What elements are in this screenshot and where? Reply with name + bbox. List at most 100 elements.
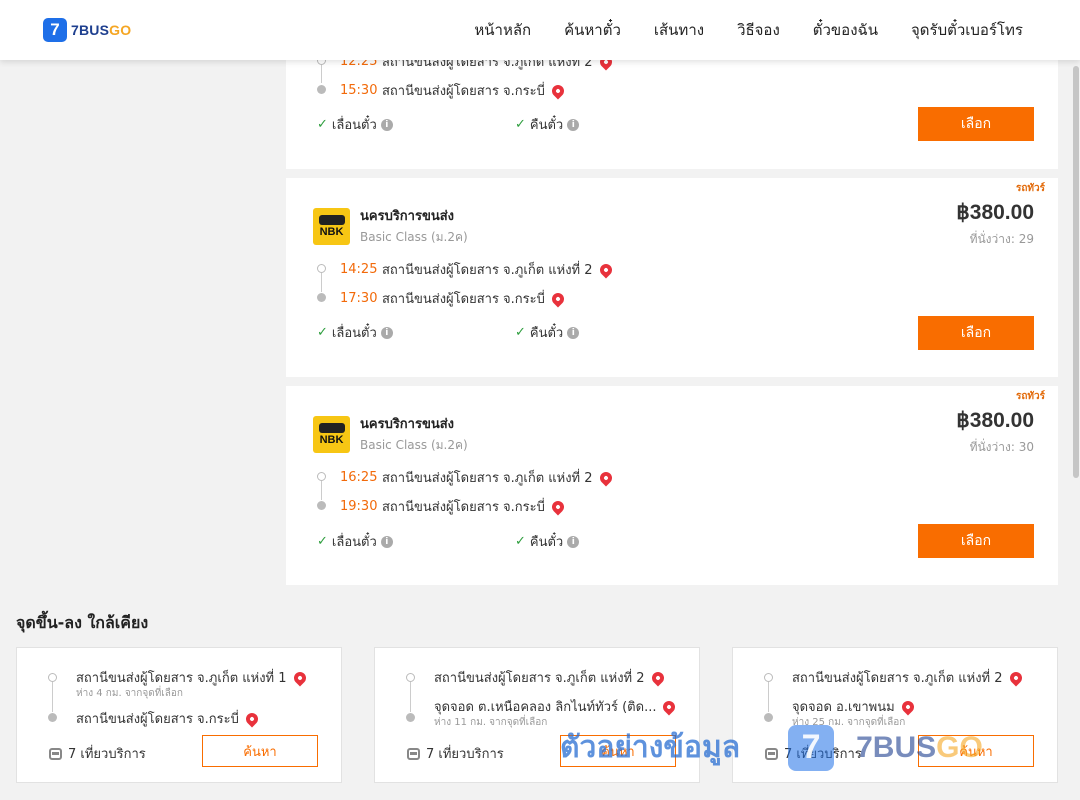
nav-my-tickets[interactable]: ตั๋วของฉัน — [813, 18, 878, 42]
check-icon: ✓ — [317, 117, 328, 132]
info-icon[interactable]: i — [567, 535, 580, 548]
bus-icon — [765, 747, 778, 760]
arrival-station: สถานีขนส่งผู้โดยสาร จ.กระบี่ — [382, 84, 545, 99]
map-pin-icon[interactable] — [899, 698, 917, 715]
info-icon[interactable]: i — [380, 326, 393, 339]
change-ticket-label: เลื่อนตั๋ว — [331, 535, 377, 550]
select-button[interactable]: เลือก — [918, 524, 1034, 558]
refund-ticket-label: คืนตั๋ว — [529, 118, 564, 133]
route-line — [321, 481, 322, 500]
site-header: 7 7BUSGO หน้าหลัก ค้นหาตั๋ว เส้นทาง วิธี… — [0, 0, 1080, 60]
check-icon: ✓ — [317, 534, 328, 549]
arrival-time: 17:30 — [340, 291, 378, 306]
nearby-distance: ห่าง 4 กม. จากจุดที่เลือก — [76, 688, 183, 699]
nav-pickup-points[interactable]: จุดรับตั๋วเบอร์โทร — [911, 18, 1023, 42]
ticket-card: รถทัวร์ NBK นครบริการขนส่ง Basic Class (… — [286, 386, 1058, 585]
nearby-card: สถานีขนส่งผู้โดยสาร จ.ภูเก็ต แห่งที่ 2 จ… — [374, 647, 700, 783]
departure-dot — [317, 472, 326, 481]
nearby-card: สถานีขนส่งผู้โดยสาร จ.ภูเก็ต แห่งที่ 1 ห… — [16, 647, 342, 783]
nav-home[interactable]: หน้าหลัก — [474, 18, 531, 42]
departure-dot — [317, 264, 326, 273]
departure-time: 16:25 — [340, 470, 378, 485]
map-pin-icon[interactable] — [649, 669, 667, 686]
nav-how-to-book[interactable]: วิธีจอง — [737, 18, 780, 42]
trip-count-label: 7 เที่ยวบริการ — [784, 747, 862, 762]
arrival-dot — [764, 713, 773, 722]
search-button[interactable]: ค้นหา — [918, 735, 1034, 767]
vip-tag: รถทัวร์ — [1015, 183, 1045, 194]
nearby-to-stop: จุดจอด อ.เขาพนม — [792, 696, 917, 717]
operator: NBK นครบริการขนส่ง Basic Class (ม.2ค) — [313, 413, 468, 455]
refund-ticket-label: คืนตั๋ว — [529, 326, 564, 341]
nav-routes[interactable]: เส้นทาง — [654, 18, 704, 42]
vip-tag: รถทัวร์ — [1015, 391, 1045, 402]
change-ticket-policy: ✓ เลื่อนตั๋ว i — [317, 322, 393, 343]
info-icon[interactable]: i — [567, 118, 580, 131]
bus-icon — [318, 422, 345, 433]
map-pin-icon[interactable] — [291, 669, 309, 686]
ticket-price: ฿380.00 — [956, 409, 1034, 432]
departure-dot — [764, 673, 773, 682]
info-icon[interactable]: i — [380, 535, 393, 548]
refund-ticket-policy: ✓ คืนตั๋ว i — [515, 531, 580, 552]
scrollbar-thumb[interactable] — [1073, 66, 1079, 478]
bus-class: Basic Class (ม.2ค) — [360, 438, 468, 452]
departure-stop: 16:25 สถานีขนส่งผู้โดยสาร จ.ภูเก็ต แห่งท… — [340, 467, 615, 488]
bus-class: Basic Class (ม.2ค) — [360, 230, 468, 244]
nearby-from-name: สถานีขนส่งผู้โดยสาร จ.ภูเก็ต แห่งที่ 2 — [434, 671, 645, 686]
map-pin-icon[interactable] — [597, 261, 615, 278]
map-pin-icon[interactable] — [549, 498, 567, 515]
arrival-dot — [48, 713, 57, 722]
map-pin-icon[interactable] — [243, 710, 261, 727]
select-button[interactable]: เลือก — [918, 107, 1034, 141]
nearby-section-title: จุดขึ้น-ลง ใกล้เคียง — [16, 613, 149, 632]
route-line — [410, 682, 411, 712]
map-pin-icon[interactable] — [1007, 669, 1025, 686]
info-icon[interactable]: i — [567, 326, 580, 339]
nearby-from-name: สถานีขนส่งผู้โดยสาร จ.ภูเก็ต แห่งที่ 2 — [792, 671, 1003, 686]
route-line — [321, 273, 322, 292]
nearby-to-stop: จุดจอด ต.เหนือคลอง ลิกไนท์ทัวร์ (ติด... — [434, 696, 678, 717]
ticket-card: รถทัวร์ NBK นครบริการขนส่ง Basic Class (… — [286, 178, 1058, 377]
refund-ticket-label: คืนตั๋ว — [529, 535, 564, 550]
search-button[interactable]: ค้นหา — [560, 735, 676, 767]
departure-station: สถานีขนส่งผู้โดยสาร จ.ภูเก็ต แห่งที่ 2 — [382, 263, 593, 278]
nearby-distance: ห่าง 11 กม. จากจุดที่เลือก — [434, 717, 548, 728]
departure-time: 14:25 — [340, 262, 378, 277]
change-ticket-policy: ✓ เลื่อนตั๋ว i — [317, 531, 393, 552]
nearby-from-stop: สถานีขนส่งผู้โดยสาร จ.ภูเก็ต แห่งที่ 1 — [76, 667, 309, 688]
arrival-station: สถานีขนส่งผู้โดยสาร จ.กระบี่ — [382, 292, 545, 307]
search-button[interactable]: ค้นหา — [202, 735, 318, 767]
check-icon: ✓ — [515, 534, 526, 549]
change-ticket-label: เลื่อนตั๋ว — [331, 118, 377, 133]
route-line — [52, 682, 53, 712]
select-button[interactable]: เลือก — [918, 316, 1034, 350]
change-ticket-policy: ✓ เลื่อนตั๋ว i — [317, 114, 393, 135]
refund-ticket-policy: ✓ คืนตั๋ว i — [515, 114, 580, 135]
arrival-stop: 15:30 สถานีขนส่งผู้โดยสาร จ.กระบี่ — [340, 80, 567, 101]
arrival-dot — [317, 501, 326, 510]
route-line — [768, 682, 769, 712]
seats-available: ที่นั่งว่าง: 30 — [969, 440, 1034, 454]
nearby-from-name: สถานีขนส่งผู้โดยสาร จ.ภูเก็ต แห่งที่ 1 — [76, 671, 287, 686]
check-icon: ✓ — [515, 325, 526, 340]
site-logo[interactable]: 7 7BUSGO — [43, 18, 131, 42]
arrival-dot — [317, 293, 326, 302]
arrival-station: สถานีขนส่งผู้โดยสาร จ.กระบี่ — [382, 500, 545, 515]
map-pin-icon[interactable] — [660, 698, 678, 715]
main-nav: หน้าหลัก ค้นหาตั๋ว เส้นทาง วิธีจอง ตั๋วข… — [441, 0, 1023, 60]
nav-search-ticket[interactable]: ค้นหาตั๋ว — [564, 18, 621, 42]
nearby-to-stop: สถานีขนส่งผู้โดยสาร จ.กระบี่ — [76, 708, 261, 729]
arrival-dot — [317, 85, 326, 94]
nearby-from-stop: สถานีขนส่งผู้โดยสาร จ.ภูเก็ต แห่งที่ 2 — [792, 667, 1025, 688]
map-pin-icon[interactable] — [549, 290, 567, 307]
logo-text: 7BUSGO — [71, 22, 132, 38]
nearby-card: สถานีขนส่งผู้โดยสาร จ.ภูเก็ต แห่งที่ 2 จ… — [732, 647, 1058, 783]
bus-icon — [49, 747, 62, 760]
map-pin-icon[interactable] — [549, 82, 567, 99]
info-icon[interactable]: i — [380, 118, 393, 131]
operator: NBK นครบริการขนส่ง Basic Class (ม.2ค) — [313, 205, 468, 247]
map-pin-icon[interactable] — [597, 469, 615, 486]
check-icon: ✓ — [317, 325, 328, 340]
page-scrollbar[interactable] — [1072, 0, 1080, 800]
